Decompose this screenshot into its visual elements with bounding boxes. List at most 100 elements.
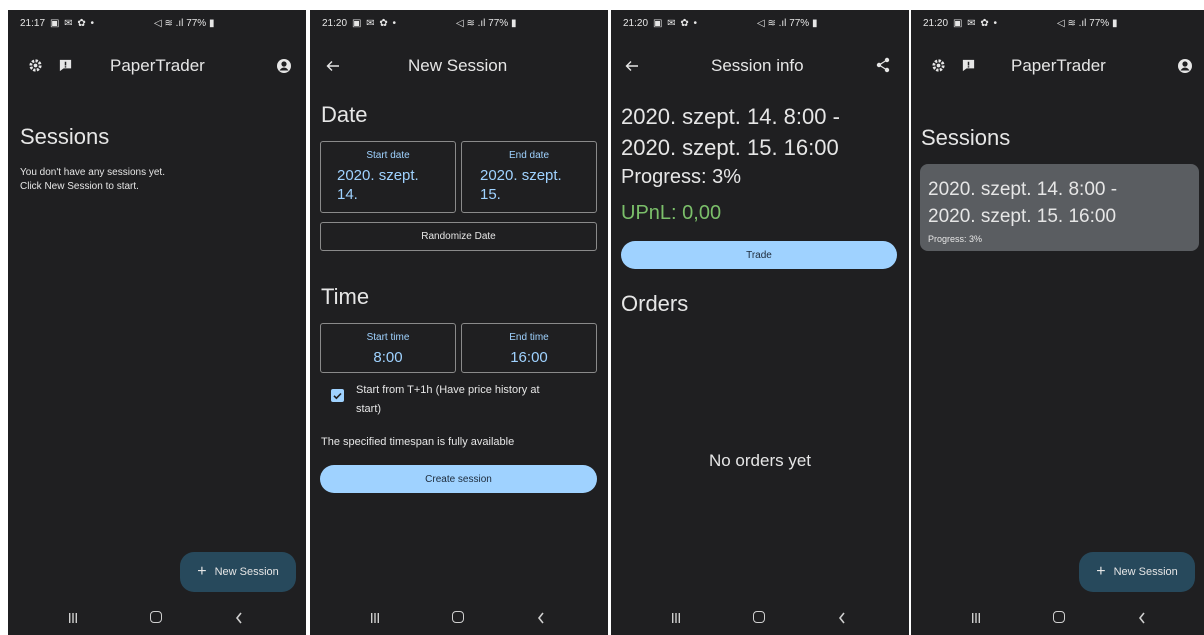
start-date-field[interactable]: Start date 2020. szept. 14. <box>320 141 456 213</box>
empty-state-line2: Click New Session to start. <box>20 181 139 192</box>
new-session-button[interactable]: + New Session <box>180 552 296 592</box>
app-bar: PaperTrader <box>8 46 306 82</box>
session-card-range: 2020. szept. 14. 8:00 - 2020. szept. 15.… <box>928 176 1117 230</box>
end-time-value: 16:00 <box>510 349 548 366</box>
status-indicators: ◁ ≋ .ıl 77% ▮ <box>1057 18 1118 29</box>
screen-sessions-list: 21:20 ▣ ✉ ✿ • ◁ ≋ .ıl 77% ▮ PaperTrader … <box>911 10 1204 635</box>
battery-level: 77% <box>789 18 810 29</box>
back-icon[interactable] <box>536 611 546 625</box>
status-indicators: ◁ ≋ .ıl 77% ▮ <box>154 18 215 29</box>
session-card-line1: 2020. szept. 14. 8:00 - <box>928 179 1118 200</box>
app-title: PaperTrader <box>1011 56 1106 75</box>
status-time: 21:17 <box>20 18 46 29</box>
notification-icons: ▣ ✉ ✿ • <box>653 18 699 29</box>
screen-title: Session info <box>711 56 804 75</box>
recents-icon[interactable] <box>971 613 981 623</box>
share-icon[interactable] <box>876 57 890 73</box>
notification-icons: ▣ ✉ ✿ • <box>352 18 398 29</box>
notification-icons: ▣ ✉ ✿ • <box>50 18 96 29</box>
status-indicators: ◁ ≋ .ıl 77% ▮ <box>456 18 517 29</box>
recents-icon[interactable] <box>370 613 380 623</box>
back-arrow-icon[interactable] <box>326 60 340 72</box>
orders-heading: Orders <box>621 291 689 316</box>
availability-text: The specified timespan is fully availabl… <box>321 436 515 448</box>
page-title: Sessions <box>20 124 110 149</box>
start-date-value: 2020. szept. 14. <box>337 166 419 204</box>
screen-session-info: 21:20 ▣ ✉ ✿ • ◁ ≋ .ıl 77% ▮ Session info… <box>611 10 909 635</box>
status-time: 21:20 <box>623 18 649 29</box>
app-bar: New Session <box>310 46 608 82</box>
progress-text: Progress: 3% <box>621 166 742 188</box>
status-bar: 21:20 ▣ ✉ ✿ • ◁ ≋ .ıl 77% ▮ <box>911 14 1204 34</box>
account-icon[interactable] <box>276 58 292 74</box>
back-icon[interactable] <box>1137 611 1147 625</box>
home-icon[interactable] <box>753 611 765 623</box>
status-bar: 21:20 ▣ ✉ ✿ • ◁ ≋ .ıl 77% ▮ <box>611 14 909 34</box>
date-heading: Date <box>321 102 368 127</box>
feedback-icon[interactable] <box>58 58 73 73</box>
app-bar: Session info <box>611 46 909 82</box>
start-date-line1: 2020. szept. <box>337 167 419 184</box>
battery-level: 77% <box>488 18 509 29</box>
end-date-line1: 2020. szept. <box>480 167 562 184</box>
system-nav-bar <box>911 595 1204 635</box>
app-bar: PaperTrader <box>911 46 1204 82</box>
start-from-t1h-checkbox[interactable] <box>331 389 344 402</box>
home-icon[interactable] <box>1053 611 1065 623</box>
home-icon[interactable] <box>150 611 162 623</box>
end-date-value: 2020. szept. 15. <box>480 166 562 204</box>
home-icon[interactable] <box>452 611 464 623</box>
end-date-line2: 15. <box>480 186 501 203</box>
screen-sessions-empty: 21:17 ▣ ✉ ✿ • ◁ ≋ .ıl 77% ▮ PaperTrader … <box>8 10 306 635</box>
system-nav-bar <box>8 595 306 635</box>
status-bar: 21:17 ▣ ✉ ✿ • ◁ ≋ .ıl 77% ▮ <box>8 14 306 34</box>
back-icon[interactable] <box>837 611 847 625</box>
battery-level: 77% <box>186 18 207 29</box>
end-date-field[interactable]: End date 2020. szept. 15. <box>461 141 597 213</box>
status-indicators: ◁ ≋ .ıl 77% ▮ <box>757 18 818 29</box>
session-card-line2: 2020. szept. 15. 16:00 <box>928 206 1117 227</box>
checkmark-icon <box>333 392 342 400</box>
system-nav-bar <box>611 595 909 635</box>
checkbox-label-line1: Start from T+1h (Have price history at <box>356 384 540 396</box>
start-date-line2: 14. <box>337 186 358 203</box>
recents-icon[interactable] <box>671 613 681 623</box>
new-session-label: New Session <box>1113 566 1178 578</box>
end-date-label: End date <box>508 150 550 161</box>
gear-icon[interactable] <box>28 58 43 73</box>
gear-icon[interactable] <box>931 58 946 73</box>
trade-button[interactable]: Trade <box>621 241 897 269</box>
create-session-button[interactable]: Create session <box>320 465 597 493</box>
no-orders-text: No orders yet <box>708 451 812 470</box>
end-time-field[interactable]: End time 16:00 <box>461 323 597 373</box>
screen-new-session: 21:20 ▣ ✉ ✿ • ◁ ≋ .ıl 77% ▮ New Session … <box>310 10 608 635</box>
session-card-progress: Progress: 3% <box>928 234 983 244</box>
start-from-t1h-label: Start from T+1h (Have price history at s… <box>356 381 540 419</box>
new-session-button[interactable]: + New Session <box>1079 552 1195 592</box>
status-time: 21:20 <box>322 18 348 29</box>
recents-icon[interactable] <box>68 613 78 623</box>
app-title: PaperTrader <box>110 56 205 75</box>
account-icon[interactable] <box>1177 58 1193 74</box>
new-session-label: New Session <box>214 566 279 578</box>
session-card[interactable]: 2020. szept. 14. 8:00 - 2020. szept. 15.… <box>920 164 1199 251</box>
feedback-icon[interactable] <box>961 58 976 73</box>
session-range-line2: 2020. szept. 15. 16:00 <box>621 135 839 160</box>
start-time-label: Start time <box>366 332 410 343</box>
randomize-date-button[interactable]: Randomize Date <box>320 222 597 251</box>
battery-level: 77% <box>1089 18 1110 29</box>
start-time-value: 8:00 <box>373 349 403 366</box>
plus-icon: + <box>1096 563 1106 580</box>
screen-title: New Session <box>408 56 508 75</box>
empty-state-line1: You don't have any sessions yet. <box>20 167 165 178</box>
back-icon[interactable] <box>234 611 244 625</box>
session-range-line1: 2020. szept. 14. 8:00 - <box>621 104 840 129</box>
start-date-label: Start date <box>366 150 410 161</box>
checkbox-label-line2: start) <box>356 403 382 415</box>
back-arrow-icon[interactable] <box>625 60 639 72</box>
time-heading: Time <box>321 284 370 309</box>
session-range: 2020. szept. 14. 8:00 - 2020. szept. 15.… <box>621 101 840 163</box>
start-time-field[interactable]: Start time 8:00 <box>320 323 456 373</box>
plus-icon: + <box>197 563 207 580</box>
notification-icons: ▣ ✉ ✿ • <box>953 18 999 29</box>
